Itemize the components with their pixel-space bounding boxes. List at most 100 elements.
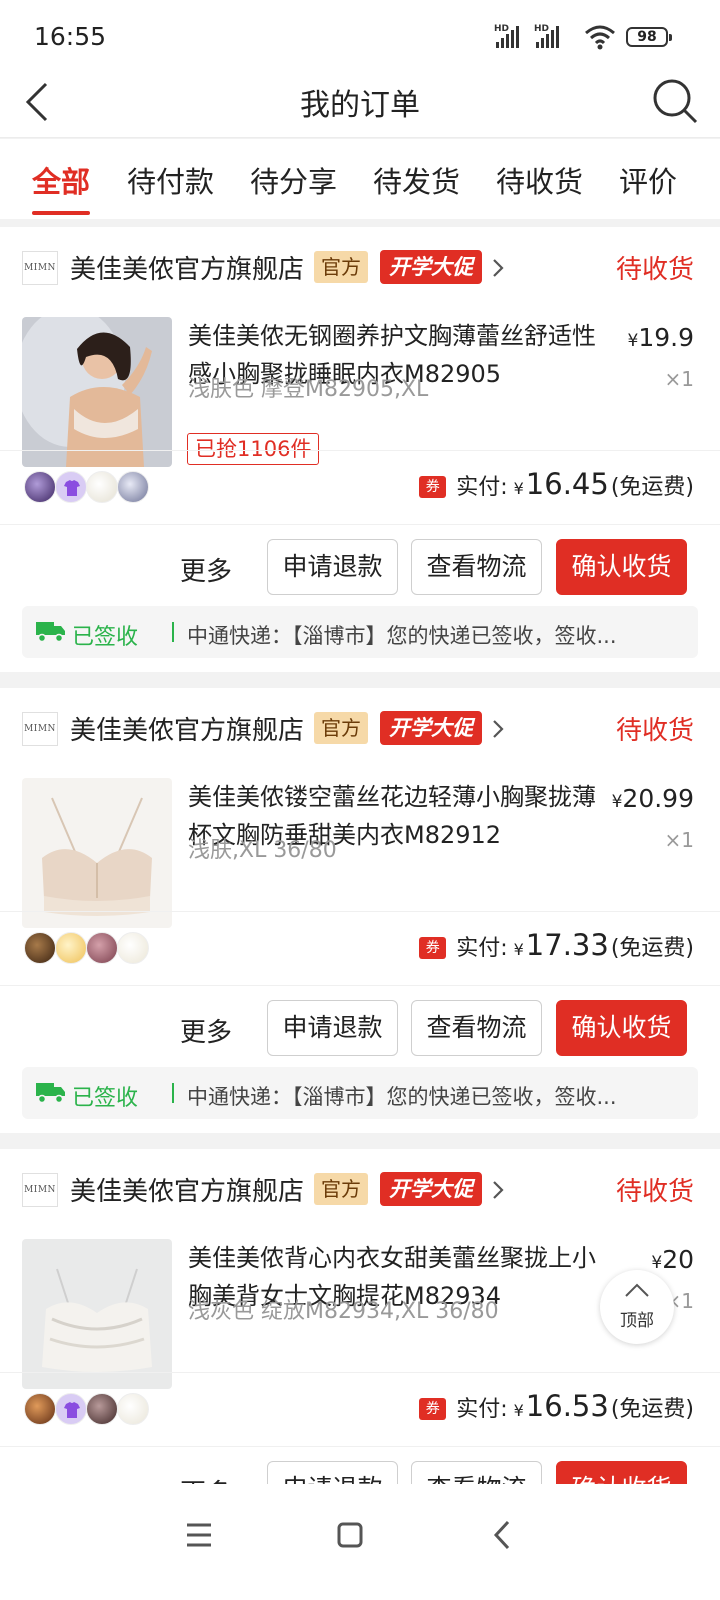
view-logistics-button[interactable]: 查看物流 <box>411 539 542 595</box>
swatch-dot <box>117 932 149 964</box>
order-status: 待收货 <box>615 255 694 285</box>
coupon-icon: 券 <box>419 937 447 959</box>
promo-badge: 开学大促 <box>380 250 482 284</box>
product-image[interactable] <box>22 1239 172 1389</box>
wifi-icon <box>585 25 615 50</box>
product-spec: 浅灰色 绽放M82934,XL 36/80 <box>188 1299 499 1324</box>
swatch-dot <box>86 932 118 964</box>
product-price: ¥20 <box>651 1245 694 1274</box>
product-image[interactable] <box>22 317 172 467</box>
paid-value: 16.45 <box>525 467 609 501</box>
coupon-icon: 券 <box>419 476 447 498</box>
shipping-note: (免运费) <box>610 936 694 961</box>
currency-symbol: ¥ <box>513 940 524 959</box>
top-app-bar: 我的订单 <box>0 70 720 138</box>
logistics-message: 中通快递：【淄博市】您的快递已签收，签收... <box>187 1085 617 1109</box>
product-price: ¥20.99 <box>612 784 694 813</box>
logistics-banner[interactable]: 已签收 中通快递：【淄博市】您的快递已签收，签收... <box>22 1067 698 1119</box>
product-quantity: ×1 <box>664 367 694 391</box>
logistics-status: 已签收 <box>72 625 139 650</box>
tab-pending-shipment[interactable]: 待发货 <box>373 159 460 201</box>
chevron-up-icon <box>625 1283 649 1297</box>
tab-all[interactable]: 全部 <box>32 159 90 201</box>
swatch-dot <box>24 1393 56 1425</box>
search-icon[interactable] <box>650 76 700 126</box>
confirm-receipt-button[interactable]: 确认收货 <box>556 1000 687 1056</box>
divider <box>172 622 174 642</box>
back-to-top-button[interactable]: 顶部 <box>600 1270 674 1344</box>
logistics-status: 已签收 <box>72 1086 139 1111</box>
product-spec: 浅肤,XL 36/80 <box>188 838 337 863</box>
currency-symbol: ¥ <box>513 1401 524 1420</box>
promo-badge: 开学大促 <box>380 711 482 745</box>
confirm-receipt-button[interactable]: 确认收货 <box>556 539 687 595</box>
currency-symbol: ¥ <box>651 1253 663 1273</box>
chevron-right-icon[interactable] <box>490 257 506 279</box>
order-card[interactable]: MIMN 美佳美侬官方旗舰店 官方 开学大促 待收货 美佳美侬镂空蕾丝花边轻薄小… <box>0 688 720 1133</box>
chevron-right-icon[interactable] <box>490 1179 506 1201</box>
request-refund-button[interactable]: 申请退款 <box>267 539 398 595</box>
order-card[interactable]: MIMN 美佳美侬官方旗舰店 官方 开学大促 待收货 美佳美侬无钢圈养护文胸薄蕾… <box>0 227 720 672</box>
status-time: 16:55 <box>34 22 107 51</box>
payment-row: 券 实付: ¥ 17.33 (免运费) <box>0 911 720 985</box>
shop-name[interactable]: 美佳美侬官方旗舰店 <box>70 1171 304 1208</box>
official-badge: 官方 <box>314 712 368 744</box>
shop-logo: MIMN <box>22 712 58 746</box>
swatch-dot <box>55 932 87 964</box>
coupon-icon: 券 <box>419 1398 447 1420</box>
product-image[interactable] <box>22 778 172 928</box>
payment-row: 券 实付: ¥ 16.45 (免运费) <box>0 450 720 524</box>
tab-pending-share[interactable]: 待分享 <box>250 159 337 201</box>
logistics-banner[interactable]: 已签收 中通快递：【淄博市】您的快递已签收，签收... <box>22 606 698 658</box>
more-button[interactable]: 更多 <box>180 1012 232 1049</box>
paid-amount: 券 实付: ¥ 17.33 (免运费) <box>419 928 694 962</box>
system-nav-bar <box>0 1484 720 1600</box>
shipping-note: (免运费) <box>610 1397 694 1422</box>
shop-row[interactable]: MIMN 美佳美侬官方旗舰店 官方 开学大促 待收货 <box>0 1149 720 1219</box>
tshirt-icon <box>55 1393 87 1425</box>
shop-row[interactable]: MIMN 美佳美侬官方旗舰店 官方 开学大促 待收货 <box>0 227 720 297</box>
swatch-dot <box>117 471 149 503</box>
back-icon[interactable] <box>478 1510 528 1560</box>
order-tabs: 全部 待付款 待分享 待发货 待收货 评价 <box>0 139 720 219</box>
product-quantity: ×1 <box>664 828 694 852</box>
tab-pending-receipt[interactable]: 待收货 <box>496 159 583 201</box>
more-button[interactable]: 更多 <box>180 551 232 588</box>
color-swatches <box>24 1393 149 1425</box>
official-badge: 官方 <box>314 251 368 283</box>
swatch-dot <box>117 1393 149 1425</box>
shop-name[interactable]: 美佳美侬官方旗舰店 <box>70 710 304 747</box>
battery-icon: 98 <box>626 27 672 47</box>
home-icon[interactable] <box>325 1510 375 1560</box>
chevron-right-icon[interactable] <box>490 718 506 740</box>
divider <box>172 1083 174 1103</box>
shop-logo: MIMN <box>22 1173 58 1207</box>
paid-label: 实付: <box>456 1397 508 1422</box>
request-refund-button[interactable]: 申请退款 <box>267 1000 398 1056</box>
action-row: 更多 申请退款 查看物流 确认收货 <box>0 524 720 604</box>
shop-row[interactable]: MIMN 美佳美侬官方旗舰店 官方 开学大促 待收货 <box>0 688 720 758</box>
color-swatches <box>24 471 149 503</box>
product-price: ¥19.9 <box>628 323 695 352</box>
order-status: 待收货 <box>615 1177 694 1207</box>
currency-symbol: ¥ <box>627 331 639 351</box>
truck-icon <box>36 1083 65 1103</box>
shipping-note: (免运费) <box>610 475 694 500</box>
swatch-dot <box>86 471 118 503</box>
product-spec: 浅肤色 摩登M82905,XL <box>188 377 429 402</box>
view-logistics-button[interactable]: 查看物流 <box>411 1000 542 1056</box>
order-status: 待收货 <box>615 716 694 746</box>
tab-review[interactable]: 评价 <box>619 159 677 201</box>
cell-signal-icon-2 <box>536 24 559 48</box>
tab-pending-payment[interactable]: 待付款 <box>127 159 214 201</box>
currency-symbol: ¥ <box>513 479 524 498</box>
cell-signal-icon <box>496 24 519 48</box>
menu-icon[interactable] <box>174 1510 224 1560</box>
paid-amount: 券 实付: ¥ 16.53 (免运费) <box>419 1389 694 1423</box>
active-tab-indicator <box>32 211 90 215</box>
page-title: 我的订单 <box>300 88 420 123</box>
paid-label: 实付: <box>456 936 508 961</box>
price-value: 19.9 <box>638 323 694 352</box>
shop-name[interactable]: 美佳美侬官方旗舰店 <box>70 249 304 286</box>
paid-amount: 券 实付: ¥ 16.45 (免运费) <box>419 467 694 501</box>
